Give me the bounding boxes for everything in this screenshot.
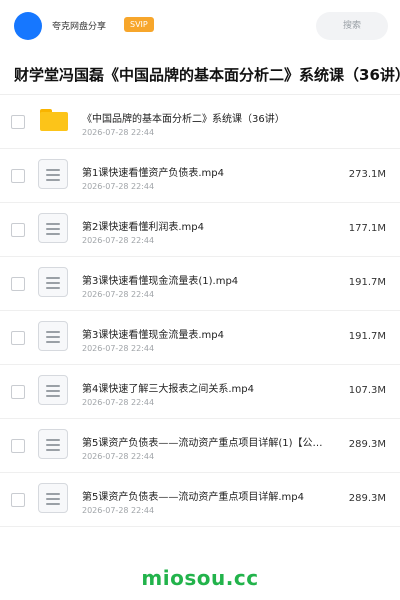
document-icon: [38, 267, 68, 297]
select-checkbox[interactable]: [11, 385, 25, 399]
search-input[interactable]: 搜索: [316, 12, 388, 40]
file-name[interactable]: 第3课快速看懂现金流量表(1).mp4: [82, 272, 342, 287]
file-name[interactable]: 第3课快速看懂现金流量表.mp4: [82, 326, 342, 341]
document-icon: [38, 213, 68, 243]
file-size: 289.3M: [348, 439, 386, 450]
file-size: 273.1M: [348, 169, 386, 180]
file-size: 289.3M: [348, 493, 386, 504]
file-date: 2026-07-28 22:44: [82, 236, 155, 245]
file-row[interactable]: 第5课资产负债表——流动资产重点项目详解.mp4 2026-07-28 22:44…: [0, 473, 400, 527]
file-name[interactable]: 第5课资产负债表——流动资产重点项目详解(1)【公…: [82, 434, 342, 449]
file-date: 2026-07-28 22:44: [82, 182, 155, 191]
file-row[interactable]: 第2课快速看懂利润表.mp4 2026-07-28 22:44 177.1M: [0, 203, 400, 257]
watermark: miosou.cc: [141, 566, 259, 590]
select-checkbox[interactable]: [11, 331, 25, 345]
file-size: 191.7M: [348, 277, 386, 288]
document-icon: [38, 483, 68, 513]
select-checkbox[interactable]: [11, 223, 25, 237]
file-row[interactable]: 第5课资产负债表——流动资产重点项目详解(1)【公… 2026-07-28 22:…: [0, 419, 400, 473]
document-icon: [38, 321, 68, 351]
file-name[interactable]: 第1课快速看懂资产负债表.mp4: [82, 164, 342, 179]
avatar[interactable]: [14, 12, 42, 40]
file-date: 2026-07-28 22:44: [82, 452, 155, 461]
header: 夸克网盘分享 SVIP 搜索: [0, 0, 400, 52]
document-icon: [38, 159, 68, 189]
file-size: 107.3M: [348, 385, 386, 396]
document-icon: [38, 375, 68, 405]
app-name: 夸克网盘分享: [52, 22, 107, 32]
select-checkbox[interactable]: [11, 169, 25, 183]
file-list: 《中国品牌的基本面分析二》系统课（36讲） 2026-07-28 22:44 第1课…: [0, 95, 400, 527]
file-date: 2026-07-28 22:44: [82, 398, 155, 407]
file-size: 191.7M: [348, 331, 386, 342]
select-checkbox[interactable]: [11, 493, 25, 507]
file-name[interactable]: 第2课快速看懂利润表.mp4: [82, 218, 342, 233]
file-size: 177.1M: [348, 223, 386, 234]
folder-icon: [40, 109, 68, 131]
file-row[interactable]: 第3课快速看懂现金流量表(1).mp4 2026-07-28 22:44 191.7…: [0, 257, 400, 311]
file-row[interactable]: 第3课快速看懂现金流量表.mp4 2026-07-28 22:44 191.7M: [0, 311, 400, 365]
page-title: 财学堂冯国磊《中国品牌的基本面分析二》系统课（36讲）: [14, 66, 400, 84]
select-checkbox[interactable]: [11, 439, 25, 453]
svip-badge: SVIP: [124, 17, 154, 32]
file-name[interactable]: 《中国品牌的基本面分析二》系统课（36讲）: [82, 110, 342, 125]
file-date: 2026-07-28 22:44: [82, 290, 155, 299]
file-row[interactable]: 第1课快速看懂资产负债表.mp4 2026-07-28 22:44 273.1M: [0, 149, 400, 203]
file-row[interactable]: 第4课快速了解三大报表之间关系.mp4 2026-07-28 22:44 107.3…: [0, 365, 400, 419]
select-checkbox[interactable]: [11, 277, 25, 291]
file-date: 2026-07-28 22:44: [82, 344, 155, 353]
select-checkbox[interactable]: [11, 115, 25, 129]
file-name[interactable]: 第5课资产负债表——流动资产重点项目详解.mp4: [82, 488, 342, 503]
document-icon: [38, 429, 68, 459]
file-name[interactable]: 第4课快速了解三大报表之间关系.mp4: [82, 380, 342, 395]
file-date: 2026-07-28 22:44: [82, 506, 155, 515]
file-date: 2026-07-28 22:44: [82, 128, 155, 137]
folder-row[interactable]: 《中国品牌的基本面分析二》系统课（36讲） 2026-07-28 22:44: [0, 95, 400, 149]
